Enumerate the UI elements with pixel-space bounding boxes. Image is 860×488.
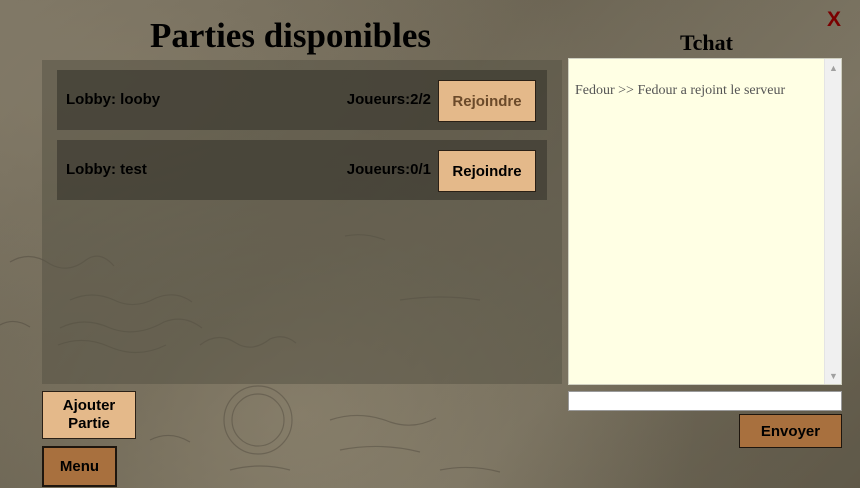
add-game-button[interactable]: Ajouter Partie [42,391,136,439]
send-message-button[interactable]: Envoyer [739,414,842,448]
lobby-list-panel: Lobby: looby Joueurs:2/2 Rejoindre Lobby… [42,60,562,384]
lobby-name: Lobby: looby [66,91,161,108]
lobby-name: Lobby: test [66,161,147,178]
page-title: Parties disponibles [150,16,432,55]
chat-scrollbar[interactable]: ▲ ▼ [824,59,841,384]
scroll-up-arrow-icon[interactable]: ▲ [825,59,842,76]
chat-message-input[interactable] [568,391,842,411]
join-lobby-button[interactable]: Rejoindre [438,80,536,122]
join-lobby-button[interactable]: Rejoindre [438,150,536,192]
menu-button[interactable]: Menu [42,446,117,487]
close-button[interactable]: X [827,8,841,32]
lobby-player-count: Joueurs:2/2 [346,91,431,108]
chat-log[interactable]: Fedour >> Fedour a rejoint le serveur ▲ … [568,58,842,385]
chat-title: Tchat [680,30,733,55]
chat-message: Fedour >> Fedour a rejoint le serveur [575,83,786,98]
scroll-down-arrow-icon[interactable]: ▼ [825,367,842,384]
lobby-player-count: Joueurs:0/1 [346,161,431,178]
lobby-row: Lobby: test Joueurs:0/1 Rejoindre [57,140,547,200]
lobby-row: Lobby: looby Joueurs:2/2 Rejoindre [57,70,547,130]
